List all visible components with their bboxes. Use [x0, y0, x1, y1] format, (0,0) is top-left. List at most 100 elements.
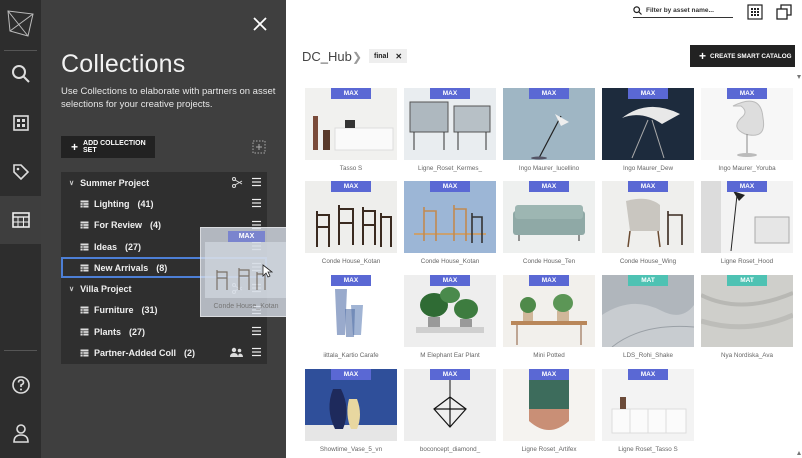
- asset-badge: MAX: [628, 88, 668, 99]
- asset-badge: MAX: [628, 181, 668, 192]
- tag-icon: [12, 164, 29, 181]
- chevron-down-icon[interactable]: ∨: [69, 285, 74, 293]
- menu-icon[interactable]: [252, 198, 261, 208]
- rail-help-button[interactable]: [0, 361, 41, 409]
- add-grid-icon[interactable]: [252, 140, 266, 154]
- collection-label: Summer Project: [80, 177, 150, 188]
- collection-count: (27): [125, 241, 142, 252]
- rail-collections-button[interactable]: [0, 196, 41, 244]
- asset-caption: Conde House_Kotan: [420, 258, 480, 265]
- search-icon: [633, 6, 642, 15]
- asset-caption: Nya Nordiska_Ava: [720, 352, 774, 359]
- asset-caption: M Elephant Ear Plant: [420, 352, 480, 359]
- ghost-thumbnail: [205, 242, 289, 298]
- search-field[interactable]: Filter by asset name...: [633, 4, 733, 18]
- table-icon: [80, 264, 89, 272]
- share-icon[interactable]: [232, 177, 243, 188]
- rail-dashboard-button[interactable]: [0, 99, 41, 147]
- window-icon[interactable]: [776, 4, 792, 20]
- users-icon[interactable]: [230, 347, 243, 358]
- filter-chip-label: final: [374, 52, 389, 60]
- collection-count: (2): [184, 348, 196, 359]
- asset-badge: MAX: [331, 369, 371, 380]
- asset-caption: boconcept_diamond_: [419, 446, 481, 453]
- plus-icon: +: [71, 140, 79, 154]
- asset-badge: MAX: [529, 88, 569, 99]
- asset-caption: Conde House_Ten: [522, 258, 576, 265]
- nav-rail: [0, 0, 41, 458]
- asset-badge: MAX: [727, 181, 767, 192]
- asset-caption: Showtime_Vase_5_vn: [319, 446, 383, 453]
- asset-badge: MAX: [430, 275, 470, 286]
- rail-user-button[interactable]: [0, 409, 41, 457]
- rail-search-button[interactable]: [0, 50, 41, 98]
- asset-caption: Ligne Roset_Artifex: [521, 446, 577, 453]
- collection-count: (31): [141, 305, 158, 316]
- table-icon: [80, 221, 89, 229]
- drag-ghost-tile: MAX Conde House_Kotan: [200, 227, 292, 317]
- table-icon: [80, 200, 89, 208]
- add-collection-set-label: ADD COLLECTION SET: [83, 140, 146, 154]
- collection-row[interactable]: Plants (27): [61, 321, 267, 342]
- asset-badge: MAX: [628, 369, 668, 380]
- asset-badge: MAX: [727, 88, 767, 99]
- chevron-down-icon[interactable]: ∨: [69, 179, 74, 187]
- create-smart-catalog-button[interactable]: + CREATE SMART CATALOG: [690, 45, 795, 67]
- table-icon: [80, 243, 89, 251]
- cursor-icon: [262, 264, 273, 278]
- breadcrumb[interactable]: DC_Hub: [302, 49, 352, 64]
- asset-caption: Conde House_Wing: [619, 258, 677, 265]
- asset-caption: Mini Potted: [533, 352, 565, 359]
- table-icon: [80, 328, 89, 336]
- asset-badge: MAX: [331, 88, 371, 99]
- asset-caption: LDS_Rohi_Shake: [622, 352, 674, 359]
- search-icon: [11, 65, 30, 83]
- menu-icon[interactable]: [252, 177, 261, 187]
- collection-label: Ideas: [94, 241, 118, 252]
- collection-row[interactable]: Lighting (41): [61, 193, 267, 214]
- collection-set-row[interactable]: ∨ Summer Project: [61, 172, 267, 193]
- close-icon[interactable]: [252, 16, 268, 32]
- asset-badge: MAX: [331, 181, 371, 192]
- dashboard-icon: [12, 115, 29, 131]
- rail-tags-button[interactable]: [0, 148, 41, 196]
- menu-icon[interactable]: [252, 347, 261, 357]
- collection-label: Furniture: [94, 305, 134, 316]
- filter-chip[interactable]: final ✕: [369, 49, 408, 63]
- asset-badge: MAX: [430, 369, 470, 380]
- main-area: Filter by asset name... DC_Hub ❯ final ✕…: [286, 0, 802, 458]
- scrollbar[interactable]: [796, 75, 802, 455]
- search-placeholder: Filter by asset name...: [646, 7, 714, 14]
- collection-count: (41): [137, 198, 154, 209]
- asset-caption: Ingo Maurer_Yoruba: [718, 165, 776, 172]
- asset-caption: Conde House_Kotan: [321, 258, 381, 265]
- asset-caption: Ingo Maurer_Dew: [622, 165, 674, 172]
- asset-badge: MAT: [628, 275, 668, 286]
- collection-label: Partner-Added Coll: [94, 348, 177, 359]
- menu-icon[interactable]: [252, 326, 261, 336]
- table-icon: [80, 306, 89, 314]
- asset-caption: Tasso S: [339, 165, 363, 172]
- grid-view-icon[interactable]: [747, 4, 763, 20]
- collection-row[interactable]: Partner-Added Coll (2): [61, 342, 267, 363]
- collection-label: Lighting: [94, 198, 130, 209]
- table-icon: [80, 349, 89, 357]
- asset-badge: MAX: [529, 369, 569, 380]
- collection-label: New Arrivals: [94, 262, 149, 273]
- collection-label: For Review: [94, 220, 143, 231]
- asset-caption: Ligne Roset_Tasso S: [618, 446, 678, 453]
- add-collection-set-button[interactable]: + ADD COLLECTION SET: [61, 136, 155, 158]
- top-bar: Filter by asset name...: [286, 0, 802, 30]
- user-icon: [12, 424, 29, 443]
- close-icon[interactable]: ✕: [395, 52, 402, 61]
- asset-badge: MAT: [727, 275, 767, 286]
- collection-count: (8): [156, 262, 168, 273]
- asset-badge: MAX: [430, 88, 470, 99]
- asset-caption: Ligne_Roset_Kermes_: [417, 165, 483, 172]
- asset-badge: MAX: [529, 181, 569, 192]
- ghost-badge: MAX: [228, 231, 265, 242]
- collection-count: (4): [150, 220, 162, 231]
- help-icon: [11, 376, 30, 394]
- ghost-caption: Conde House_Kotan: [213, 303, 279, 310]
- plus-icon: +: [699, 49, 707, 63]
